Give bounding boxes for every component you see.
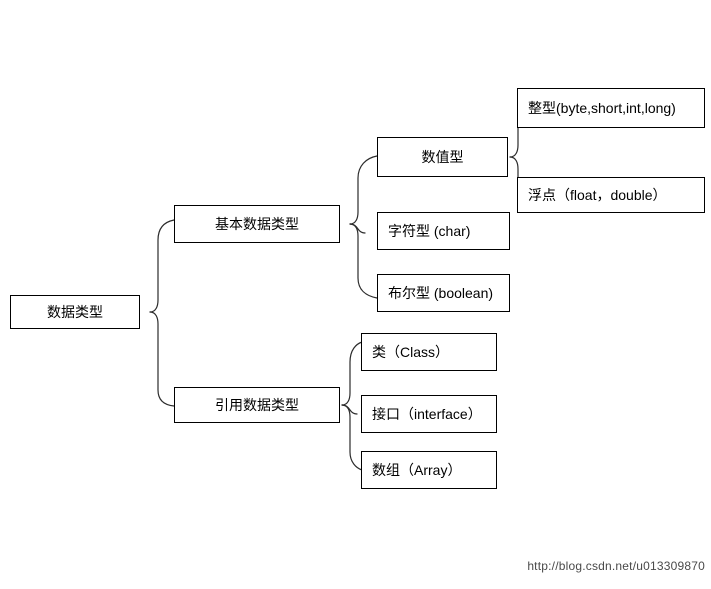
node-numeric-type: 数值型 [377, 137, 508, 177]
node-root: 数据类型 [10, 295, 140, 329]
node-float-type-label: 浮点（float，double） [528, 186, 667, 203]
node-interface-type: 接口（interface） [361, 395, 497, 433]
diagram-canvas: 数据类型 基本数据类型 引用数据类型 数值型 字符型 (char) 布尔型 (b… [0, 0, 711, 589]
node-primitive-types-label: 基本数据类型 [215, 215, 299, 232]
node-class-type: 类（Class） [361, 333, 497, 371]
node-char-type-label: 字符型 (char) [388, 222, 471, 239]
brace-reference [341, 341, 363, 406]
node-primitive-types: 基本数据类型 [174, 205, 340, 243]
node-array-type-label: 数组（Array） [372, 461, 462, 478]
node-char-type: 字符型 (char) [377, 212, 510, 250]
node-reference-types: 引用数据类型 [174, 387, 340, 423]
node-integer-type-label: 整型(byte,short,int,long) [528, 99, 676, 116]
node-reference-types-label: 引用数据类型 [215, 396, 299, 413]
watermark-url: http://blog.csdn.net/u013309870 [527, 559, 705, 573]
node-boolean-type: 布尔型 (boolean) [377, 274, 510, 312]
node-numeric-type-label: 数值型 [421, 148, 464, 165]
node-interface-type-label: 接口（interface） [372, 405, 482, 422]
node-integer-type: 整型(byte,short,int,long) [517, 88, 705, 128]
node-root-label: 数据类型 [47, 303, 103, 320]
node-float-type: 浮点（float，double） [517, 177, 705, 213]
node-class-type-label: 类（Class） [372, 343, 450, 360]
brace-root [149, 219, 175, 313]
node-boolean-type-label: 布尔型 (boolean) [388, 284, 494, 301]
brace-primitive [349, 155, 378, 225]
node-array-type: 数组（Array） [361, 451, 497, 489]
